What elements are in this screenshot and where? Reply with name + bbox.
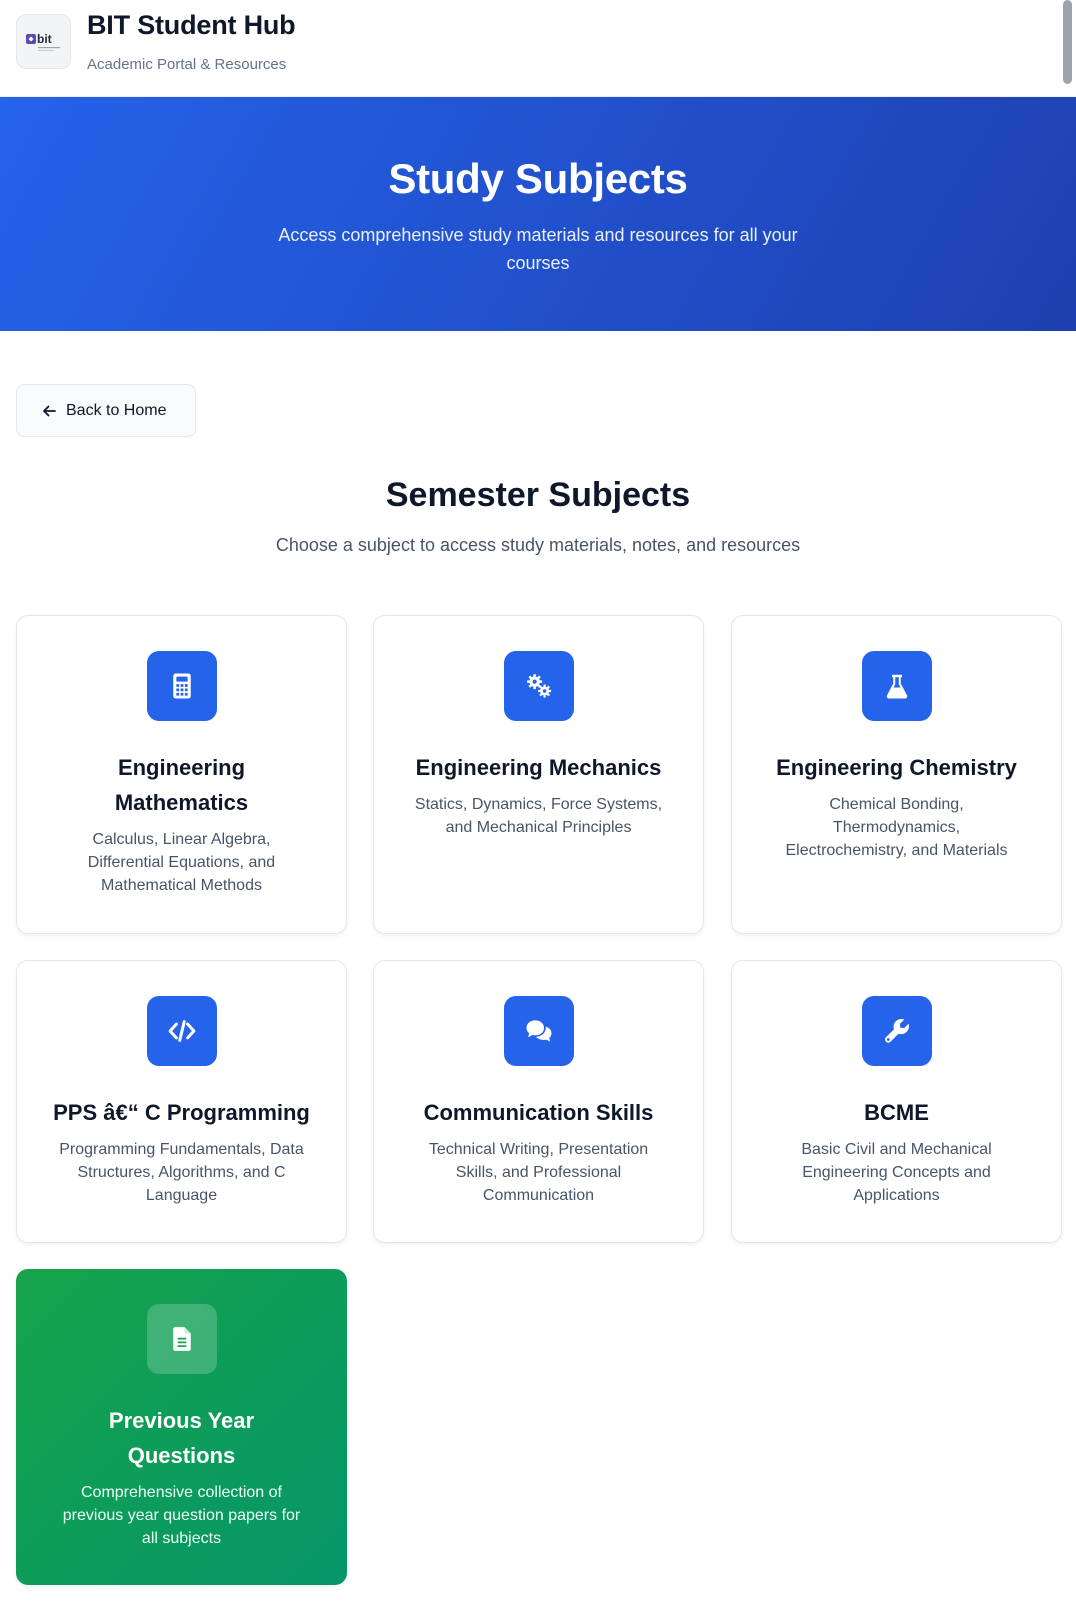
subject-title: Previous Year Questions bbox=[108, 1408, 255, 1468]
code-icon bbox=[168, 1020, 195, 1042]
subject-card-engineering-chemistry[interactable]: Engineering Chemistry Chemical Bonding, … bbox=[731, 615, 1062, 934]
subject-description: Statics, Dynamics, Force Systems, and Me… bbox=[414, 796, 663, 836]
subject-description: Chemical Bonding, Thermodynamics, Electr… bbox=[785, 796, 1008, 859]
flask-icon bbox=[886, 674, 907, 699]
section-subtitle: Choose a subject to access study materia… bbox=[275, 535, 801, 555]
chat-bubbles-icon bbox=[526, 1020, 551, 1042]
app-title: BIT Student Hub bbox=[87, 10, 296, 40]
subject-description: Programming Fundamentals, Data Structure… bbox=[59, 1141, 304, 1204]
subject-title: Engineering Mechanics bbox=[415, 755, 662, 780]
section-title: Semester Subjects bbox=[385, 476, 691, 514]
previous-year-questions-card[interactable]: Previous Year Questions Comprehensive co… bbox=[16, 1269, 347, 1585]
subject-title: Communication Skills bbox=[423, 1100, 654, 1125]
hero-description: Access comprehensive study materials and… bbox=[278, 225, 798, 273]
subject-icon-box bbox=[146, 1304, 217, 1374]
subject-description: Calculus, Linear Algebra, Differential E… bbox=[87, 831, 276, 894]
subject-title: Engineering Mathematics bbox=[114, 755, 249, 815]
document-icon bbox=[172, 1327, 191, 1351]
subject-title: Engineering Chemistry bbox=[776, 755, 1017, 780]
subject-icon-box bbox=[503, 996, 574, 1066]
subject-description: Comprehensive collection of previous yea… bbox=[62, 1484, 301, 1547]
back-button-label: Back to Home bbox=[66, 401, 167, 419]
subject-icon-box bbox=[146, 996, 217, 1066]
calculator-icon bbox=[172, 673, 191, 699]
back-to-home-button[interactable]: Back to Home bbox=[16, 384, 196, 437]
hero-banner: Study Subjects Access comprehensive stud… bbox=[0, 97, 1076, 331]
subject-card-communication-skills[interactable]: Communication Skills Technical Writing, … bbox=[373, 960, 704, 1243]
subject-icon-box bbox=[861, 996, 932, 1066]
subject-description: Technical Writing, Presentation Skills, … bbox=[428, 1141, 649, 1204]
subject-card-pps-c-programming[interactable]: PPS â€“ C Programming Programming Fundam… bbox=[16, 960, 347, 1243]
logo-text: bit bbox=[37, 32, 52, 46]
subject-card-engineering-mechanics[interactable]: Engineering Mechanics Statics, Dynamics,… bbox=[373, 615, 704, 934]
logo-icon: bit bbox=[25, 32, 60, 51]
subject-icon-box bbox=[146, 651, 217, 721]
subject-card-bcme[interactable]: BCME Basic Civil and Mechanical Engineer… bbox=[731, 960, 1062, 1243]
wrench-icon bbox=[884, 1018, 909, 1043]
subject-icon-box bbox=[861, 651, 932, 721]
logo[interactable]: bit bbox=[16, 14, 71, 69]
gears-icon bbox=[526, 674, 551, 698]
app-subtitle: Academic Portal & Resources bbox=[87, 56, 287, 73]
subject-icon-box bbox=[503, 651, 574, 721]
subject-title: PPS â€“ C Programming bbox=[53, 1100, 310, 1125]
arrow-left-icon bbox=[43, 405, 56, 416]
subject-card-engineering-mathematics[interactable]: Engineering Mathematics Calculus, Linear… bbox=[16, 615, 347, 934]
subject-title: BCME bbox=[864, 1100, 929, 1125]
hero-title: Study Subjects bbox=[388, 155, 688, 202]
subject-description: Basic Civil and Mechanical Engineering C… bbox=[801, 1141, 992, 1204]
app-header: bit BIT Student Hub Academic Portal & Re… bbox=[0, 0, 1076, 97]
scrollbar-thumb[interactable] bbox=[1063, 0, 1072, 84]
